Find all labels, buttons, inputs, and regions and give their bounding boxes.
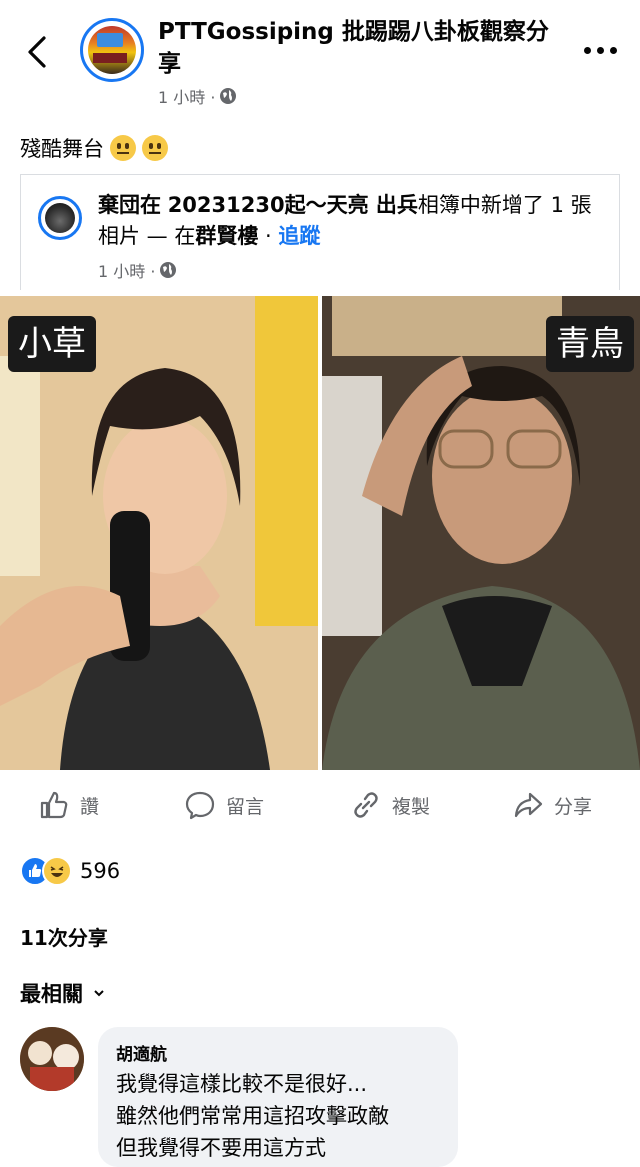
shared-author-avatar[interactable] [38,196,82,240]
caption-text: 殘酷舞台 [20,137,104,161]
separator: · [258,224,279,248]
comment-label: 留言 [226,795,265,818]
shared-post-time: 1 小時 · [98,262,156,281]
page-avatar[interactable] [80,18,144,82]
share-button[interactable]: 分享 [512,788,592,822]
album-name[interactable]: 20231230起～天亮 出兵 [168,193,418,217]
shared-author-name[interactable]: 棄団在 [98,193,161,217]
comment-icon [185,791,215,820]
more-icon-dot [597,47,604,54]
like-label: 讚 [80,795,100,818]
share-icon [514,792,543,818]
shared-post-header: 棄団在 20231230起～天亮 出兵相簿中新增了 1 張相片 — 在群賢樓 ·… [98,190,598,252]
copy-label: 複製 [392,795,431,818]
photo-label-right: 青鳥 [546,316,634,372]
post-time: 1 小時 · [158,88,216,107]
haha-reaction-icon [42,856,72,886]
share-label: 分享 [554,795,593,818]
commenter-avatar[interactable] [20,1027,84,1091]
comment-button[interactable]: 留言 [184,788,264,822]
reaction-summary[interactable]: 596 [20,856,120,886]
reaction-count: 596 [80,859,121,883]
comment-text-line: 但我覺得不要用這方式 [116,1136,326,1160]
comment-text-line: 雖然他們常常用這招攻擊政敵 [116,1104,389,1128]
page-name[interactable]: PTTGossiping 批踢踢八卦板觀察分享 [158,16,558,80]
more-icon [584,47,591,54]
place-name[interactable]: 群賢樓 [195,224,258,248]
globe-icon [160,262,177,278]
avatar-sign [97,33,123,47]
neutral-face-emoji [110,135,136,161]
more-icon-dot [610,47,617,54]
comment-text-line: 我覺得這樣比較不是很好... [116,1072,368,1096]
share-count[interactable]: 11次分享 [20,922,108,951]
back-button[interactable] [22,30,56,74]
post-meta: 1 小時 · [158,84,237,108]
like-button[interactable]: 讚 [38,788,99,822]
copy-button[interactable]: 複製 [350,788,430,822]
photo-label-left: 小草 [8,316,96,372]
follow-link[interactable]: 追蹤 [278,224,320,248]
comment-sort-dropdown[interactable]: 最相關 [20,978,105,1008]
comment-author[interactable]: 胡適航 [116,1040,167,1065]
globe-icon [220,88,237,104]
like-icon [40,791,68,819]
avatar-base [93,53,127,63]
post-caption: 殘酷舞台 [20,133,168,163]
more-button[interactable] [584,44,618,58]
neutral-face-emoji [142,135,168,161]
chevron-down-icon [94,990,104,997]
shared-post-meta: 1 小時 · [98,258,177,282]
link-icon [354,792,378,818]
chevron-left-icon [28,36,46,68]
sort-label: 最相關 [20,982,83,1006]
